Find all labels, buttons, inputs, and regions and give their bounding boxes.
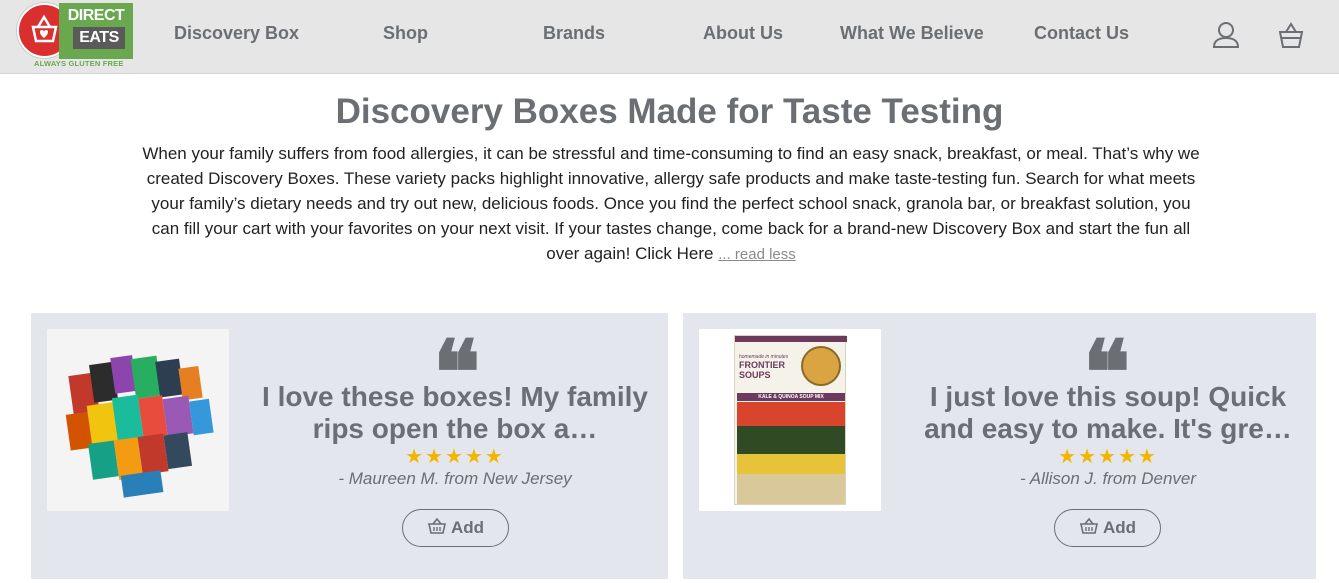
nav-what-we-believe[interactable]: What We Believe (840, 23, 984, 44)
basket-icon (427, 517, 447, 540)
site-header: DIRECT EATS ALWAYS GLUTEN FREE Discovery… (0, 0, 1339, 74)
basket-icon (1079, 517, 1099, 540)
package-flavor: KALE & QUINOA SOUP MIX (737, 393, 845, 401)
nav-discovery-box[interactable]: Discovery Box (174, 23, 299, 44)
direct-eats-logo[interactable]: DIRECT EATS ALWAYS GLUTEN FREE (16, 3, 136, 69)
logo-word-eats: EATS (73, 27, 125, 49)
star-rating: ★★★★★ (405, 446, 505, 468)
nav-about-us[interactable]: About Us (703, 23, 783, 44)
testimonial-card: ❝ I love these boxes! My family rips ope… (31, 313, 668, 579)
read-less-link[interactable]: ... read less (718, 246, 796, 263)
add-button-label: Add (1102, 518, 1137, 537)
user-icon[interactable] (1212, 20, 1240, 50)
product-image-frontier-soups: homemade in minutes FRONTIER SOUPS KALE … (699, 329, 881, 511)
testimonial-quote: I love these boxes! My family rips open … (262, 381, 648, 444)
logo-tagline: ALWAYS GLUTEN FREE (34, 59, 124, 68)
add-to-cart-button[interactable]: Add (1054, 509, 1161, 547)
hero-body-text: When your family suffers from food aller… (142, 144, 1200, 263)
testimonial-quote: I just love this soup! Quick and easy to… (924, 381, 1292, 444)
nav-brands[interactable]: Brands (543, 23, 605, 44)
product-image-discovery-box (47, 329, 229, 511)
add-to-cart-button[interactable]: Add (402, 509, 509, 547)
nav-contact-us[interactable]: Contact Us (1034, 23, 1129, 44)
testimonial-author: - Allison J. from Denver (1019, 469, 1197, 488)
logo-word-direct: DIRECT (67, 7, 125, 24)
package-brand: FRONTIER SOUPS (739, 360, 785, 380)
logo-wordmark: DIRECT EATS (59, 3, 133, 59)
hero-description: When your family suffers from food aller… (140, 141, 1202, 267)
basket-icon[interactable] (1277, 20, 1305, 50)
nav-shop[interactable]: Shop (383, 23, 428, 44)
testimonial-author: - Maureen M. from New Jersey (338, 469, 572, 488)
add-button-label: Add (450, 518, 485, 537)
testimonial-card: homemade in minutes FRONTIER SOUPS KALE … (683, 313, 1316, 579)
star-rating: ★★★★★ (1058, 446, 1158, 468)
page-title: Discovery Boxes Made for Taste Testing (335, 92, 1004, 131)
soup-package: homemade in minutes FRONTIER SOUPS KALE … (734, 335, 847, 505)
